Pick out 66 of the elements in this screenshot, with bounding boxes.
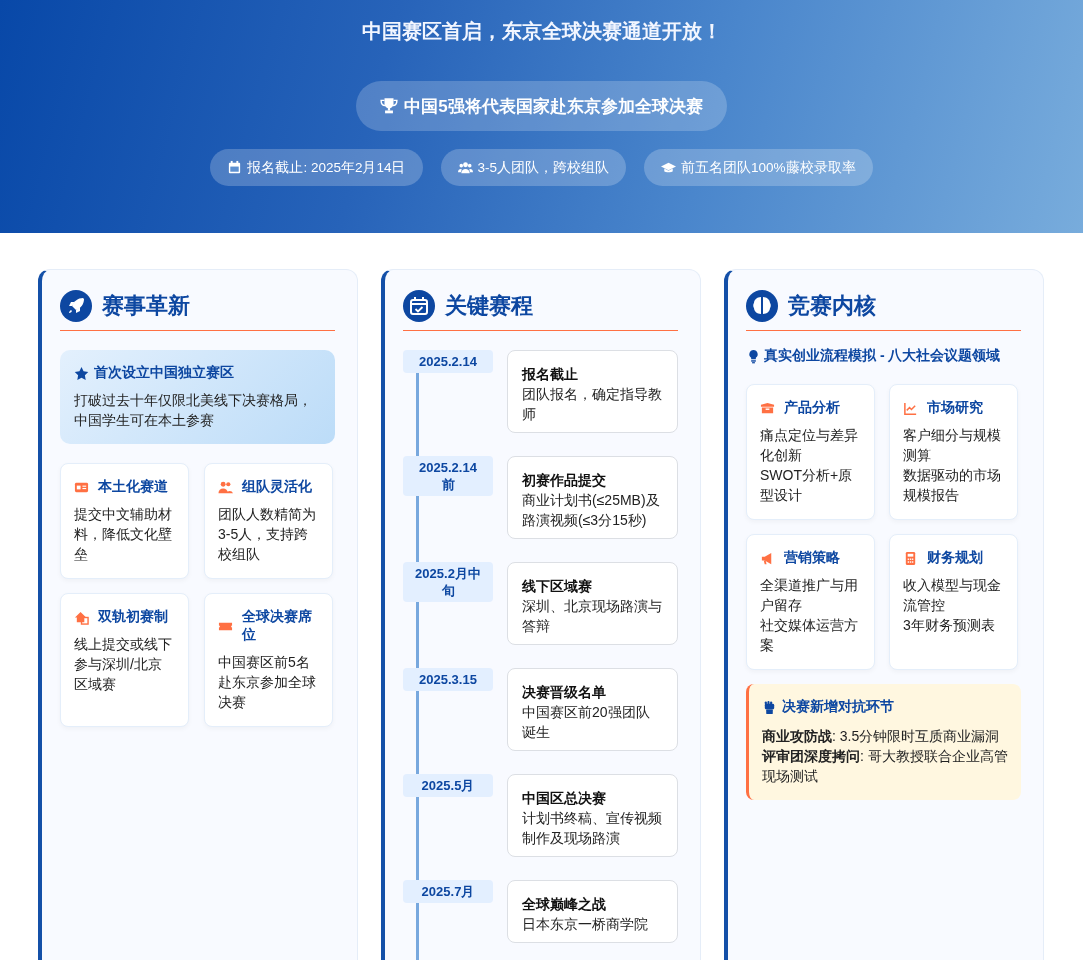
module-text: 客户细分与规模测算 xyxy=(903,426,1002,465)
chip-text: 报名截止: 2025年2月14日 xyxy=(247,158,406,177)
module-title: 产品分析 xyxy=(784,399,840,417)
calendar-icon xyxy=(227,160,243,175)
feature-title: 本土化赛道 xyxy=(98,478,168,496)
feature-text: 提交中文辅助材料，降低文化壁垒 xyxy=(74,505,173,564)
highlight-title: 首次设立中国独立赛区 xyxy=(94,364,234,382)
section-title: 关键赛程 xyxy=(445,292,533,320)
module-title: 市场研究 xyxy=(927,399,983,417)
lightbulb-icon xyxy=(746,348,761,364)
finale-title: 决赛新增对抗环节 xyxy=(782,698,894,716)
event-title: 中国区总决赛 xyxy=(522,789,607,808)
finale-text: 商业攻防战: 3.5分钟限时互质商业漏洞 xyxy=(762,727,1001,746)
chip-text: 3-5人团队，跨校组队 xyxy=(477,158,609,177)
date-tag: 2025.2.14前 xyxy=(403,456,493,496)
module-text: 收入模型与现金流管控 xyxy=(903,576,1002,615)
event-title: 线下区域赛 xyxy=(522,577,593,596)
event-title: 初赛作品提交 xyxy=(522,471,607,490)
event-title: 全球巅峰之战 xyxy=(522,895,607,914)
feature-title: 全球决赛席位 xyxy=(242,608,313,644)
module-title: 营销策略 xyxy=(784,549,840,567)
event-text: 深圳、北京现场路演与答辩 xyxy=(522,597,663,636)
feature-text: 中国赛区前5名赴东京参加全球决赛 xyxy=(218,653,317,712)
box-icon xyxy=(760,400,775,416)
event-text: 日本东京一桥商学院 xyxy=(522,915,649,934)
highlight-text: 打破过去十年仅限北美线下决赛格局，中国学生可在本土参赛 xyxy=(74,391,313,430)
house-icon xyxy=(74,609,89,625)
date-tag: 2025.7月 xyxy=(403,880,493,903)
event-title: 决赛晋级名单 xyxy=(522,683,607,702)
feature-title: 双轨初赛制 xyxy=(98,608,168,626)
event-text: 商业计划书(≤25MB)及路演视频(≤3分15秒) xyxy=(522,491,661,530)
module-title: 财务规划 xyxy=(927,549,983,567)
module-text: SWOT分析+原型设计 xyxy=(760,466,854,505)
star-icon xyxy=(74,365,89,381)
calculator-icon xyxy=(903,550,918,566)
users-icon xyxy=(457,160,473,175)
event-text: 计划书终稿、宣传视频制作及现场路演 xyxy=(522,809,663,848)
event-text: 中国赛区前20强团队诞生 xyxy=(522,703,651,742)
module-text: 痛点定位与差异化创新 xyxy=(760,426,859,465)
line-chart-icon xyxy=(903,400,918,416)
event-title: 报名截止 xyxy=(522,365,579,384)
finale-text: 评审团深度拷问: 哥大教授联合企业高管现场测试 xyxy=(762,747,1008,786)
graduation-cap-icon xyxy=(661,160,676,175)
date-tag: 2025.2.14 xyxy=(403,350,493,373)
section-title: 竞赛内核 xyxy=(788,292,876,320)
date-tag: 2025.3.15 xyxy=(403,668,493,691)
chip-text: 前五名团队100%藤校录取率 xyxy=(681,158,856,177)
module-text: 社交媒体运营方案 xyxy=(760,616,859,655)
section-title: 赛事革新 xyxy=(102,292,190,320)
event-text: 团队报名，确定指导教师 xyxy=(522,385,663,424)
feature-text: 团队人数精简为3-5人，支持跨校组队 xyxy=(218,505,317,564)
feature-text: 线上提交或线下参与深圳/北京区域赛 xyxy=(74,635,173,694)
badge-text: 中国5强将代表国家赴东京参加全球决赛 xyxy=(404,95,703,118)
rocket-icon xyxy=(60,290,92,322)
users-icon xyxy=(218,479,233,495)
trophy-icon xyxy=(380,97,399,115)
feature-title: 组队灵活化 xyxy=(242,478,312,496)
module-text: 数据驱动的市场规模报告 xyxy=(903,466,1002,505)
module-text: 3年财务预测表 xyxy=(903,616,996,635)
date-tag: 2025.5月 xyxy=(403,774,493,797)
calendar-check-icon xyxy=(403,290,435,322)
headline: 中国赛区首启，东京全球决赛通道开放！ xyxy=(361,19,722,44)
module-text: 全渠道推广与用户留存 xyxy=(760,576,859,615)
fist-icon xyxy=(762,699,777,715)
date-tag: 2025.2月中旬 xyxy=(403,562,493,602)
core-subtitle: 真实创业流程模拟 - 八大社会议题领域 xyxy=(764,347,1001,365)
